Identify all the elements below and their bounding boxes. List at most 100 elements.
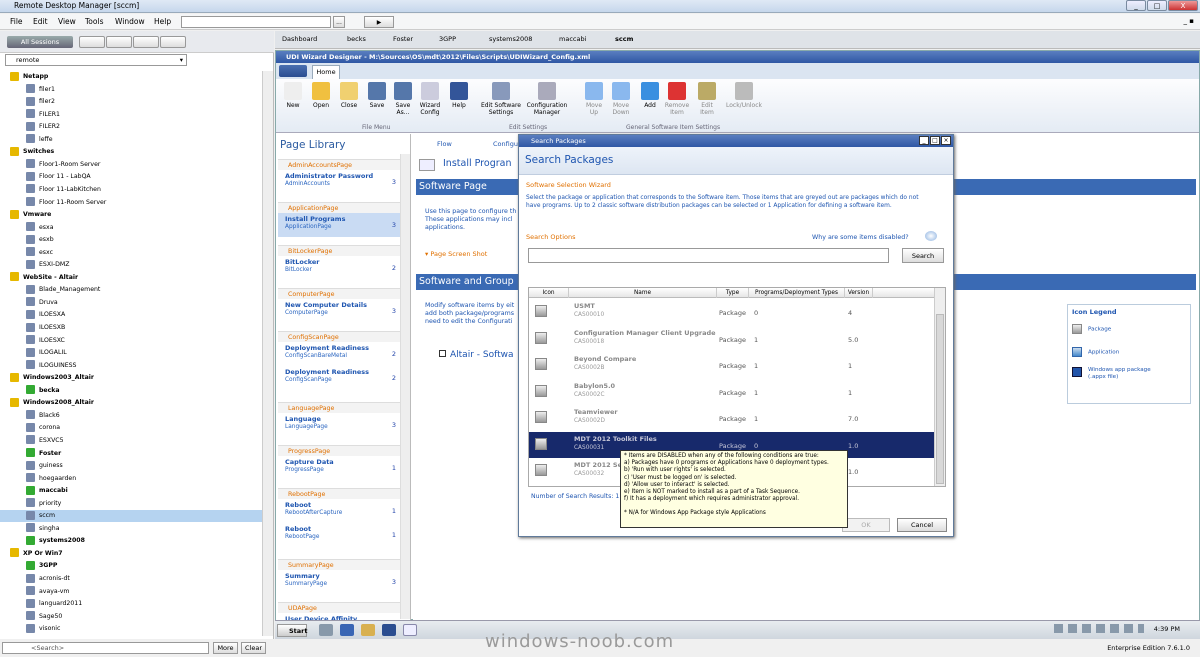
tools-icon[interactable] [160,36,186,48]
tree-item[interactable]: Foster [0,448,262,460]
tree-item[interactable]: Floor 11 - LabQA [0,171,262,183]
page-group-header[interactable]: RebootPage [278,488,400,499]
page-screenshot-toggle[interactable]: ▾ Page Screen Shot [425,250,487,258]
search-button[interactable]: Search [902,248,944,263]
page-library-scrollbar[interactable] [400,154,410,619]
tree-item[interactable]: acronis-dt [0,573,262,585]
menu-tools[interactable]: Tools [85,17,103,26]
minimize-button[interactable]: _ [1126,0,1146,11]
tree-item[interactable]: leffe [0,134,262,146]
play-icon[interactable] [79,36,105,48]
quick-connect-input[interactable] [181,16,331,28]
menu-view[interactable]: View [58,17,76,26]
page-group-header[interactable]: LanguagePage [278,402,400,413]
page-item[interactable]: Deployment Readiness ConfigScanBareMetal 2 [278,342,400,366]
grid-scrollbar[interactable] [934,288,945,486]
grid-scroll-thumb[interactable] [936,314,944,484]
cancel-button[interactable]: Cancel [897,518,947,532]
maximize-button[interactable]: □ [1147,0,1167,11]
wizard-config-button[interactable]: Wizard Config [416,82,444,116]
tab-systems2008[interactable]: systems2008 [489,35,532,43]
tree-item[interactable]: Black6 [0,410,262,422]
col-name[interactable]: Name [569,288,717,298]
tree-item[interactable]: ILOESXB [0,322,262,334]
tab-foster[interactable]: Foster [393,35,413,43]
tree-item[interactable]: esxc [0,247,262,259]
col-type[interactable]: Type [717,288,749,298]
play-button[interactable]: ▶ [364,16,394,28]
tree-item[interactable]: maccabi [0,485,262,497]
lock-unlock-button[interactable]: Lock/Unlock [722,82,766,109]
menu-help[interactable]: Help [154,17,171,26]
tree-item[interactable]: esxa [0,222,262,234]
tray-icons[interactable] [1053,624,1144,633]
more-button[interactable]: More [213,642,238,654]
move-up-button[interactable]: Move Up [581,82,607,116]
tree-item[interactable]: FILER2 [0,121,262,133]
page-item[interactable]: Capture Data ProgressPage 1 [278,456,400,480]
tree-item[interactable]: ILOESXA [0,309,262,321]
all-sessions-button[interactable]: All Sessions [7,36,73,48]
package-row[interactable]: Babylon5.0 CAS0002C Package 1 1 [529,379,935,405]
page-group-header[interactable]: AdminAccountsPage [278,159,400,170]
package-row[interactable]: USMT CAS00010 Package 0 4 [529,299,935,325]
why-disabled-link[interactable]: Why are some items disabled? [812,234,909,241]
tab-configure[interactable]: Configu [493,140,518,148]
move-down-button[interactable]: Move Down [608,82,634,116]
tree-group[interactable]: WebSite - Altair [0,272,262,284]
vault-select[interactable]: remote ▾ [5,54,187,66]
page-item[interactable]: BitLocker BitLocker 2 [278,256,400,280]
tab-home[interactable]: Home [312,65,340,79]
col-icon[interactable]: Icon [529,288,569,298]
page-item[interactable]: Language LanguagePage 3 [278,413,400,437]
tree-item[interactable]: Druva [0,297,262,309]
tree-group[interactable]: Vmware [0,209,262,221]
save-as-button[interactable]: Save As... [390,82,416,116]
menu-window[interactable]: Window [115,17,145,26]
tree-item[interactable]: priority [0,498,262,510]
tree-item[interactable]: singha [0,523,262,535]
tree-item[interactable]: 3GPP [0,560,262,572]
tree-item[interactable]: Floor 11-Room Server [0,197,262,209]
tree-item[interactable]: esxb [0,234,262,246]
page-item[interactable]: Reboot RebootAfterCapture 1 [278,499,400,523]
tree-group[interactable]: Switches [0,146,262,158]
package-row[interactable]: Beyond Compare CAS0002B Package 1 1 [529,352,935,378]
refresh-icon[interactable] [106,36,132,48]
start-button[interactable]: Start [277,624,308,637]
udi-designer-icon[interactable] [403,624,417,636]
tab-sccm[interactable]: sccm [615,35,633,43]
dialog-close-button[interactable]: × [941,136,951,145]
explorer-icon[interactable] [361,624,375,636]
page-group-header[interactable]: SummaryPage [278,559,400,570]
tree-item[interactable]: visonic [0,623,262,635]
tree-item[interactable]: Floor1-Room Server [0,159,262,171]
page-item[interactable]: Deployment Readiness ConfigScanPage 2 [278,366,400,390]
menu-file[interactable]: File [10,17,23,26]
tree-item[interactable]: Sage50 [0,611,262,623]
page-group-header[interactable]: ProgressPage [278,445,400,456]
tab-becks[interactable]: becks [347,35,366,43]
remove-item-button[interactable]: Remove Item [663,82,691,116]
col-programs[interactable]: Programs/Deployment Types [749,288,845,298]
clear-button[interactable]: Clear [241,642,266,654]
tab-maccabi[interactable]: maccabi [559,35,586,43]
page-group-header[interactable]: UDAPage [278,602,400,613]
page-item[interactable]: Summary SummaryPage 3 [278,570,400,594]
tree-item[interactable]: hoegaarden [0,473,262,485]
new-button[interactable]: New [280,82,306,109]
powershell-icon[interactable] [340,624,354,636]
tree-item[interactable]: ILOGUINESS [0,360,262,372]
help-button[interactable]: Help [446,82,472,109]
tree-item[interactable]: sccm [0,510,262,523]
altair-software-group[interactable]: Altair - Softwa [439,350,514,360]
console-icon[interactable] [382,624,396,636]
dialog-maximize-button[interactable]: □ [930,136,940,145]
open-button[interactable]: Open [308,82,334,109]
tree-group[interactable]: XP Or Win7 [0,548,262,560]
tree-item[interactable]: filer2 [0,96,262,108]
tree-group[interactable]: Windows2008_Altair [0,397,262,409]
tree-item[interactable]: ILOESXC [0,335,262,347]
tab-dashboard[interactable]: Dashboard [282,35,317,43]
browse-button[interactable]: ... [333,16,345,28]
